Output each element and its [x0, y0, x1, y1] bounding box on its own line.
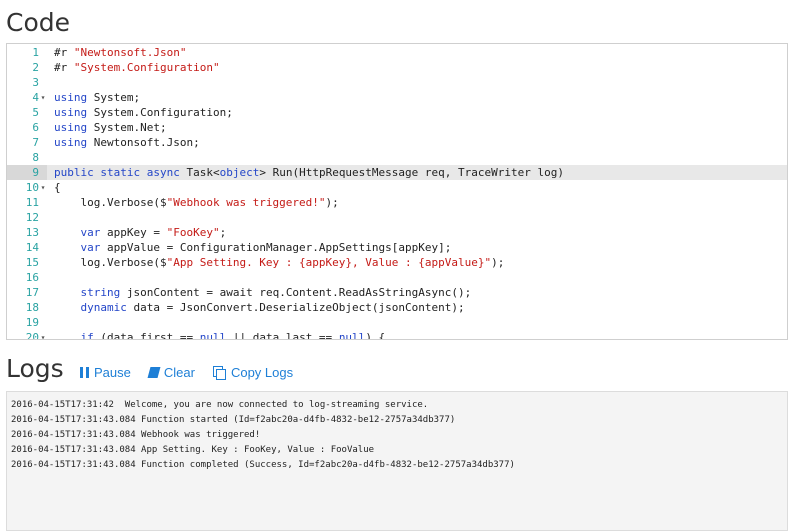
line-number: 16	[25, 271, 39, 284]
line-gutter: 12	[7, 210, 47, 225]
line-number: 18	[25, 301, 39, 314]
code-line[interactable]: 17 string jsonContent = await req.Conten…	[7, 285, 787, 300]
line-number: 5	[32, 106, 39, 119]
code-line[interactable]: 3	[7, 75, 787, 90]
line-number: 1	[32, 46, 39, 59]
code-text: dynamic data = JsonConvert.DeserializeOb…	[80, 301, 465, 314]
clear-button-label: Clear	[163, 365, 195, 380]
code-line[interactable]: 13 var appKey = "FooKey";	[7, 225, 787, 240]
code-line[interactable]: 7 using Newtonsoft.Json;	[7, 135, 787, 150]
line-gutter: 2	[7, 60, 47, 75]
code-line[interactable]: 11 log.Verbose($"Webhook was triggered!"…	[7, 195, 787, 210]
line-gutter: 19	[7, 315, 47, 330]
code-text: using Newtonsoft.Json;	[54, 136, 200, 149]
code-text: #r "Newtonsoft.Json"	[54, 46, 187, 59]
code-line[interactable]: 15 log.Verbose($"App Setting. Key : {app…	[7, 255, 787, 270]
line-gutter: 5	[7, 105, 47, 120]
line-gutter: 7	[7, 135, 47, 150]
line-number: 6	[32, 121, 39, 134]
code-line[interactable]: 18 dynamic data = JsonConvert.Deserializ…	[7, 300, 787, 315]
code-editor[interactable]: 1 #r "Newtonsoft.Json" 2 #r "System.Configu…	[6, 43, 788, 340]
code-text: log.Verbose($"App Setting. Key : {appKey…	[54, 256, 505, 269]
fold-arrow-icon[interactable]: ▾	[39, 330, 47, 339]
logs-section-title: Logs	[6, 354, 64, 383]
line-gutter: 6	[7, 120, 47, 135]
copy-logs-button[interactable]: Copy Logs	[212, 365, 294, 380]
code-text: #r "System.Configuration"	[54, 61, 220, 74]
code-line[interactable]: 20 ▾ if (data.first == null || data.last …	[7, 330, 787, 340]
log-line: 2016-04-15T17:31:43.084 Webhook was trig…	[11, 430, 261, 440]
log-line: 2016-04-15T17:31:43.084 App Setting. Key…	[11, 445, 375, 455]
code-line[interactable]: 19	[7, 315, 787, 330]
line-gutter: 15	[7, 255, 47, 270]
line-number: 3	[32, 76, 39, 89]
log-line: 2016-04-15T17:31:42 Welcome, you are now…	[11, 400, 429, 410]
line-gutter: 17	[7, 285, 47, 300]
code-line[interactable]: 16	[7, 270, 787, 285]
line-number: 8	[32, 151, 39, 164]
line-gutter: 16	[7, 270, 47, 285]
line-number: 4	[32, 91, 39, 104]
line-number: 17	[25, 286, 39, 299]
line-gutter: 9	[7, 165, 47, 180]
pause-button[interactable]: Pause	[80, 365, 131, 380]
fold-arrow-icon[interactable]: ▾	[39, 90, 47, 105]
code-line[interactable]: 14 var appValue = ConfigurationManager.A…	[7, 240, 787, 255]
code-line[interactable]: 1 #r "Newtonsoft.Json"	[7, 45, 787, 60]
line-number: 7	[32, 136, 39, 149]
code-line[interactable]: 12	[7, 210, 787, 225]
code-line[interactable]: 8	[7, 150, 787, 165]
line-gutter: 14	[7, 240, 47, 255]
code-text: string jsonContent = await req.Content.R…	[80, 286, 472, 299]
log-output-panel[interactable]: 2016-04-15T17:31:42 Welcome, you are now…	[6, 391, 788, 531]
line-gutter: 8	[7, 150, 47, 165]
code-text: var appValue = ConfigurationManager.AppS…	[80, 241, 452, 254]
pause-button-label: Pause	[94, 365, 131, 380]
copy-logs-button-label: Copy Logs	[230, 365, 294, 380]
line-gutter: 11	[7, 195, 47, 210]
line-number: 15	[25, 256, 39, 269]
code-line[interactable]: 5 using System.Configuration;	[7, 105, 787, 120]
code-line[interactable]: 4 ▾ using System;	[7, 90, 787, 105]
line-number: 9	[32, 166, 39, 179]
logs-toolbar: Pause Clear Copy Logs	[80, 365, 311, 380]
code-text: {	[54, 181, 61, 194]
line-gutter: 20 ▾	[7, 330, 47, 340]
copy-icon	[212, 366, 226, 380]
code-text: public static async Task<object> Run(Htt…	[54, 166, 564, 179]
code-text: if (data.first == null || data.last == n…	[80, 331, 386, 340]
code-line[interactable]: 9 public static async Task<object> Run(Ht…	[7, 165, 787, 180]
code-text: using System.Configuration;	[54, 106, 233, 119]
line-gutter: 1	[7, 45, 47, 60]
line-number: 11	[25, 196, 39, 209]
pause-icon	[80, 367, 89, 378]
line-number: 12	[25, 211, 39, 224]
line-gutter: 3	[7, 75, 47, 90]
line-gutter: 13	[7, 225, 47, 240]
code-text: var appKey = "FooKey";	[80, 226, 227, 239]
line-number: 2	[32, 61, 39, 74]
code-text: log.Verbose($"Webhook was triggered!");	[54, 196, 339, 209]
code-text: using System;	[54, 91, 141, 104]
line-number: 19	[25, 316, 39, 329]
line-number: 20	[25, 331, 39, 340]
line-number: 14	[25, 241, 39, 254]
code-line[interactable]: 2 #r "System.Configuration"	[7, 60, 787, 75]
code-text: using System.Net;	[54, 121, 167, 134]
log-line: 2016-04-15T17:31:43.084 Function started…	[11, 415, 456, 425]
line-gutter: 10 ▾	[7, 180, 47, 195]
log-line: 2016-04-15T17:31:43.084 Function complet…	[11, 460, 515, 470]
clear-icon	[147, 367, 161, 378]
line-gutter: 18	[7, 300, 47, 315]
code-line[interactable]: 6 using System.Net;	[7, 120, 787, 135]
fold-arrow-icon[interactable]: ▾	[39, 180, 47, 195]
clear-button[interactable]: Clear	[147, 365, 195, 380]
line-number: 13	[25, 226, 39, 239]
code-line[interactable]: 10 ▾ {	[7, 180, 787, 195]
line-number: 10	[25, 181, 39, 194]
line-gutter: 4 ▾	[7, 90, 47, 105]
code-section-title: Code	[6, 8, 71, 37]
